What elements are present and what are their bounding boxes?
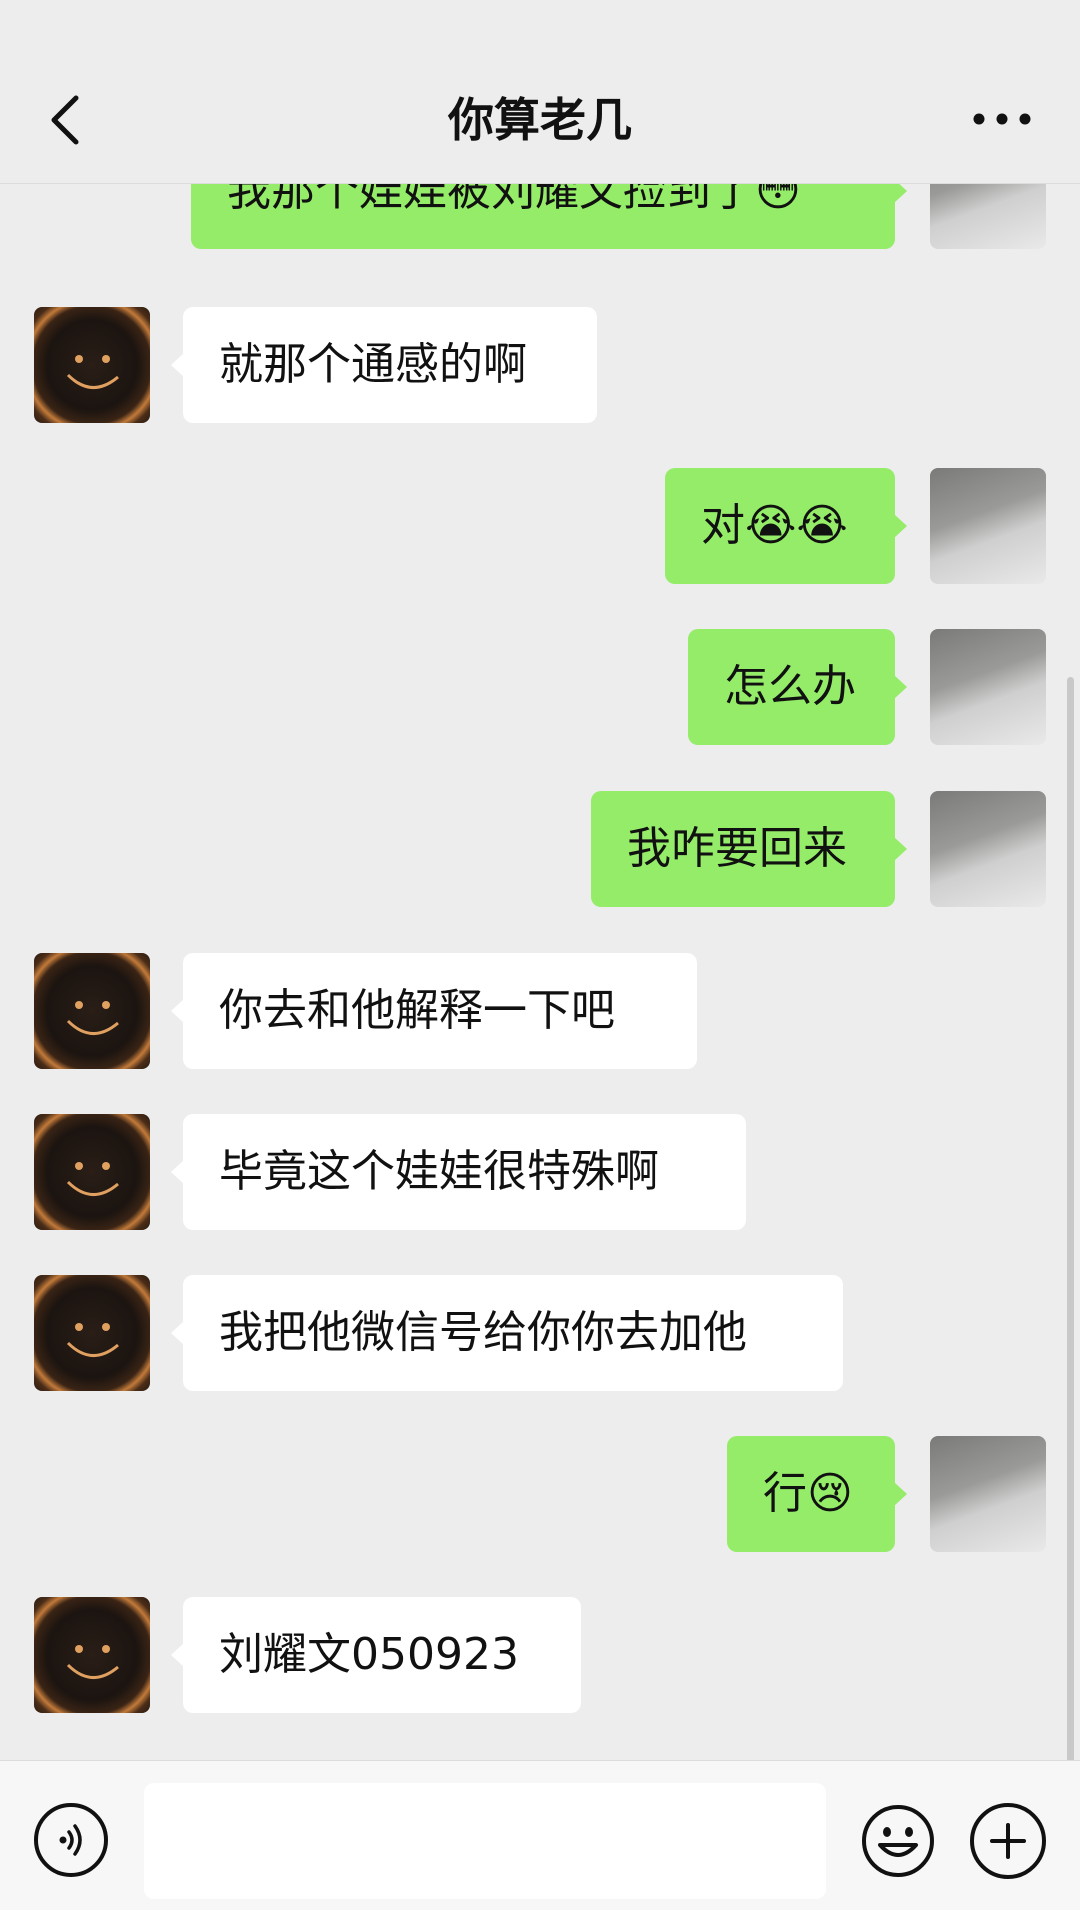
- more-functions-button[interactable]: [970, 1803, 1046, 1879]
- voice-button[interactable]: [34, 1803, 108, 1877]
- input-bar: [0, 1760, 1080, 1910]
- message-row: 毕竟这个娃娃很特殊啊: [0, 1114, 1080, 1230]
- contact-avatar[interactable]: [34, 1597, 150, 1713]
- plus-icon: [990, 1823, 1026, 1859]
- my-avatar[interactable]: [930, 468, 1046, 584]
- message-bubble[interactable]: 刘耀文050923: [171, 1597, 581, 1713]
- my-avatar[interactable]: [930, 183, 1046, 249]
- message-row: 行😢: [0, 1436, 1080, 1552]
- contact-avatar[interactable]: [34, 1114, 150, 1230]
- my-avatar[interactable]: [930, 629, 1046, 745]
- voice-icon: [59, 1824, 82, 1856]
- chat-header: 你算老几: [0, 0, 1080, 184]
- chat-screen: 你算老几 我那个娃娃被刘耀文捡到了😳 就那个通感的啊 对😭😭 怎么办 我咋要回来…: [0, 0, 1080, 1910]
- message-row: 对😭😭: [0, 468, 1080, 584]
- message-row: 就那个通感的啊: [0, 307, 1080, 423]
- smiley-icon: [66, 1645, 119, 1679]
- message-bubble[interactable]: 对😭😭: [665, 468, 907, 584]
- message-bubble[interactable]: 就那个通感的啊: [171, 307, 597, 423]
- contact-avatar[interactable]: [34, 1275, 150, 1391]
- smiley-icon: [66, 355, 119, 389]
- message-row: 我那个娃娃被刘耀文捡到了😳: [0, 183, 1080, 249]
- message-row: 我把他微信号给你你去加他: [0, 1275, 1080, 1391]
- message-list[interactable]: 我那个娃娃被刘耀文捡到了😳 就那个通感的啊 对😭😭 怎么办 我咋要回来 你去和他…: [0, 183, 1080, 1760]
- my-avatar[interactable]: [930, 1436, 1046, 1552]
- message-input[interactable]: [144, 1783, 826, 1899]
- emoji-icon: [862, 1805, 934, 1877]
- smiley-icon: [66, 1323, 119, 1357]
- message-row: 你去和他解释一下吧: [0, 953, 1080, 1069]
- message-bubble[interactable]: 我咋要回来: [591, 791, 907, 907]
- contact-avatar[interactable]: [34, 953, 150, 1069]
- scrollbar[interactable]: [1067, 677, 1074, 1760]
- message-row: 刘耀文050923: [0, 1597, 1080, 1713]
- more-button[interactable]: [964, 96, 1040, 142]
- message-bubble[interactable]: 你去和他解释一下吧: [171, 953, 697, 1069]
- message-bubble[interactable]: 行😢: [727, 1436, 907, 1552]
- message-bubble[interactable]: 我把他微信号给你你去加他: [171, 1275, 843, 1391]
- message-bubble[interactable]: 毕竟这个娃娃很特殊啊: [171, 1114, 746, 1230]
- my-avatar[interactable]: [930, 791, 1046, 907]
- contact-avatar[interactable]: [34, 307, 150, 423]
- more-dots-icon: [973, 113, 1031, 125]
- chat-title: 你算老几: [448, 93, 632, 147]
- message-bubble[interactable]: 我那个娃娃被刘耀文捡到了😳: [191, 183, 907, 249]
- emoji-button[interactable]: [860, 1803, 936, 1879]
- message-row: 怎么办: [0, 629, 1080, 745]
- message-row: 我咋要回来: [0, 791, 1080, 907]
- smiley-icon: [66, 1162, 119, 1196]
- message-bubble[interactable]: 怎么办: [688, 629, 907, 745]
- smiley-icon: [66, 1001, 119, 1035]
